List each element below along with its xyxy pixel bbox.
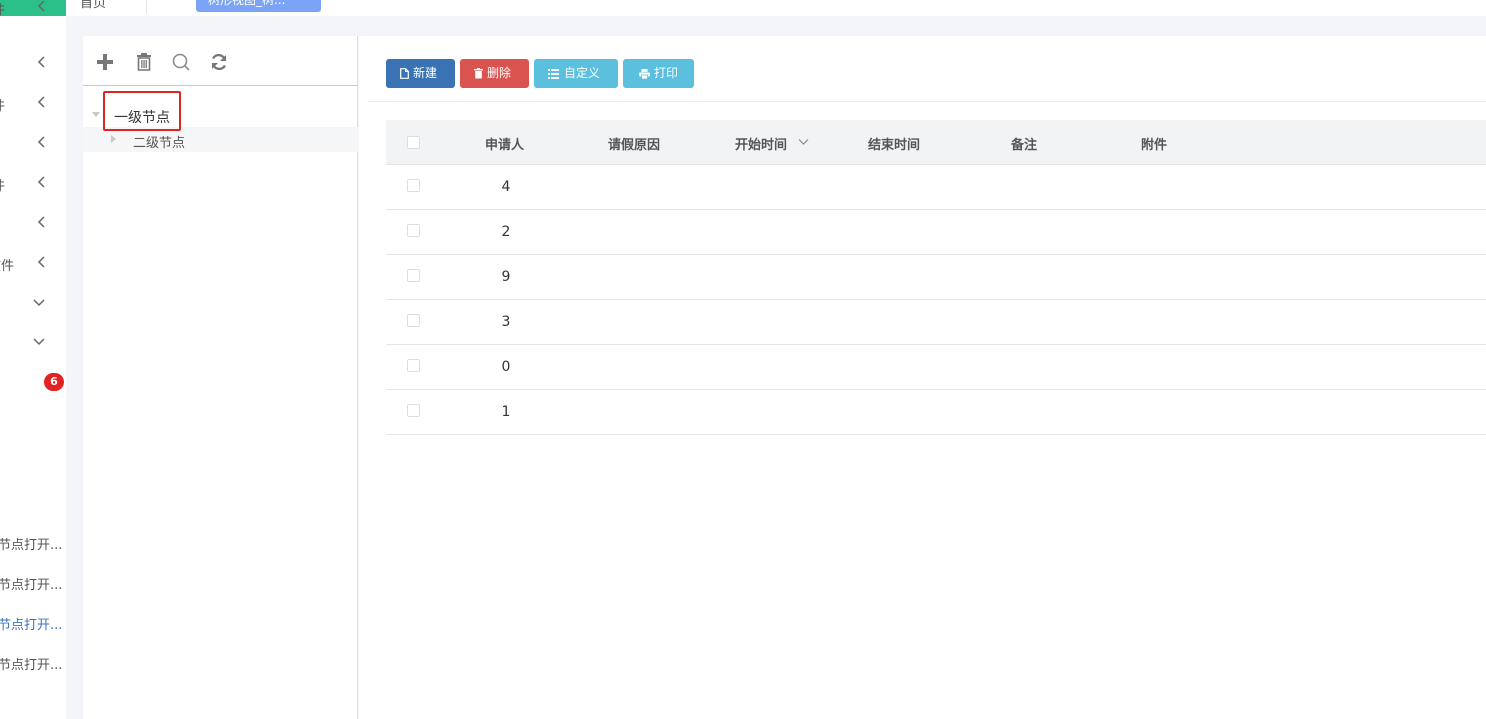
sidebar-menu-item-8[interactable] — [0, 283, 66, 323]
table-row[interactable]: 9 — [386, 255, 1486, 300]
new-button-label: 新建 — [413, 66, 438, 80]
row-checkbox[interactable] — [407, 404, 420, 417]
row-checkbox[interactable] — [407, 314, 420, 327]
tree-node-label[interactable]: 一级节点 — [114, 107, 170, 127]
chevron-left-icon — [37, 0, 45, 12]
tab-home[interactable]: 首页 — [80, 0, 106, 11]
table-row[interactable]: 2 — [386, 210, 1486, 255]
column-header-start-time[interactable]: 开始时间 — [735, 134, 787, 153]
table-row[interactable]: 0 — [386, 345, 1486, 390]
sidebar-menu-item-2[interactable] — [0, 43, 66, 83]
applicant-cell: 3 — [501, 314, 511, 330]
notification-badge: 6 — [44, 373, 64, 391]
row-checkbox[interactable] — [407, 179, 420, 192]
chevron-left-icon — [37, 216, 45, 228]
sidebar-sub-item[interactable]: 节点打开... — [0, 534, 66, 553]
column-header-end-time[interactable]: 结束时间 — [868, 134, 920, 153]
sidebar-menu-label: 文件 — [0, 259, 15, 274]
row-checkbox[interactable] — [407, 269, 420, 282]
custom-button[interactable]: 自定义 — [534, 59, 618, 88]
chevron-down-icon — [33, 338, 45, 346]
chevron-left-icon — [37, 176, 45, 188]
print-icon — [639, 69, 650, 79]
applicant-cell: 0 — [501, 359, 511, 375]
tree-toolbar — [83, 36, 358, 86]
applicant-cell: 1 — [501, 404, 511, 420]
sidebar-menu-item-1[interactable]: 件 — [0, 0, 66, 42]
column-header-reason[interactable]: 请假原因 — [608, 134, 660, 153]
new-button[interactable]: 新建 — [386, 59, 455, 88]
toolbar-divider — [368, 101, 1486, 102]
trash-icon[interactable] — [134, 52, 154, 72]
sidebar-sub-item[interactable]: 节点打开... — [0, 574, 66, 593]
sidebar-menu-item-6[interactable] — [0, 203, 66, 243]
custom-button-label: 自定义 — [564, 66, 601, 80]
sidebar-menu-label: 件 — [0, 95, 5, 114]
tab-divider — [146, 0, 147, 14]
refresh-icon[interactable] — [209, 52, 229, 72]
chevron-left-icon — [37, 96, 45, 108]
chevron-left-icon — [37, 256, 45, 268]
table-row[interactable]: 4 — [386, 165, 1486, 210]
sort-chevron-down-icon[interactable] — [798, 138, 809, 146]
applicant-cell: 2 — [501, 224, 511, 240]
sidebar-menu-item-3[interactable]: 件 — [0, 83, 66, 123]
trash-icon — [474, 68, 483, 79]
sidebar-menu-item-4[interactable] — [0, 123, 66, 163]
row-checkbox[interactable] — [407, 359, 420, 372]
chevron-down-icon — [33, 299, 45, 307]
sidebar-menu-item-9[interactable] — [0, 322, 66, 362]
column-header-remark[interactable]: 备注 — [1011, 134, 1037, 153]
list-icon — [548, 69, 559, 79]
tab-active[interactable]: 树形视图_树... — [196, 0, 321, 12]
delete-button-label: 删除 — [487, 66, 512, 80]
sidebar-sub-item-active[interactable]: 节点打开... — [0, 614, 66, 633]
column-header-attachment[interactable]: 附件 — [1141, 134, 1167, 153]
applicant-cell: 4 — [501, 179, 511, 195]
sidebar-sub-item[interactable]: 节点打开... — [0, 654, 66, 673]
print-button[interactable]: 打印 — [623, 59, 694, 88]
tree-node-level2[interactable]: 二级节点 — [83, 127, 358, 152]
print-button-label: 打印 — [654, 66, 679, 80]
tree-node-label[interactable]: 二级节点 — [133, 132, 185, 151]
table-row[interactable]: 3 — [386, 300, 1486, 345]
sidebar-menu-label: 件 — [0, 0, 5, 18]
main-panel: 新建 删除 自定义 打印 申请人 请假原因 开始时间 结束时间 备注 附件 4 … — [359, 36, 1486, 719]
tab-bar: 首页 树形视图_树... — [66, 0, 1486, 16]
expand-arrow-icon[interactable] — [92, 112, 100, 117]
plus-icon[interactable] — [95, 52, 115, 72]
applicant-cell: 9 — [501, 269, 511, 285]
chevron-left-icon — [37, 136, 45, 148]
sidebar-menu-item-7[interactable]: 文件 — [0, 243, 66, 283]
table-row[interactable]: 1 — [386, 390, 1486, 435]
search-icon[interactable] — [171, 52, 191, 72]
column-header-applicant[interactable]: 申请人 — [485, 134, 524, 153]
row-checkbox[interactable] — [407, 224, 420, 237]
tree-panel: 一级节点 二级节点 — [83, 36, 358, 719]
chevron-left-icon — [37, 56, 45, 68]
sidebar-menu-item-5[interactable]: 件 — [0, 163, 66, 203]
delete-button[interactable]: 删除 — [460, 59, 529, 88]
tree-node-level1[interactable]: 一级节点 — [83, 103, 358, 127]
sidebar: 件 件 件 文件 6 节点打开... 节点打开... 节点打开... 节点打开.… — [0, 0, 66, 719]
select-all-checkbox[interactable] — [407, 136, 420, 149]
file-icon — [400, 68, 409, 79]
table-header: 申请人 请假原因 开始时间 结束时间 备注 附件 — [386, 120, 1486, 165]
collapse-arrow-icon[interactable] — [111, 135, 116, 143]
sidebar-menu-label: 件 — [0, 175, 5, 194]
